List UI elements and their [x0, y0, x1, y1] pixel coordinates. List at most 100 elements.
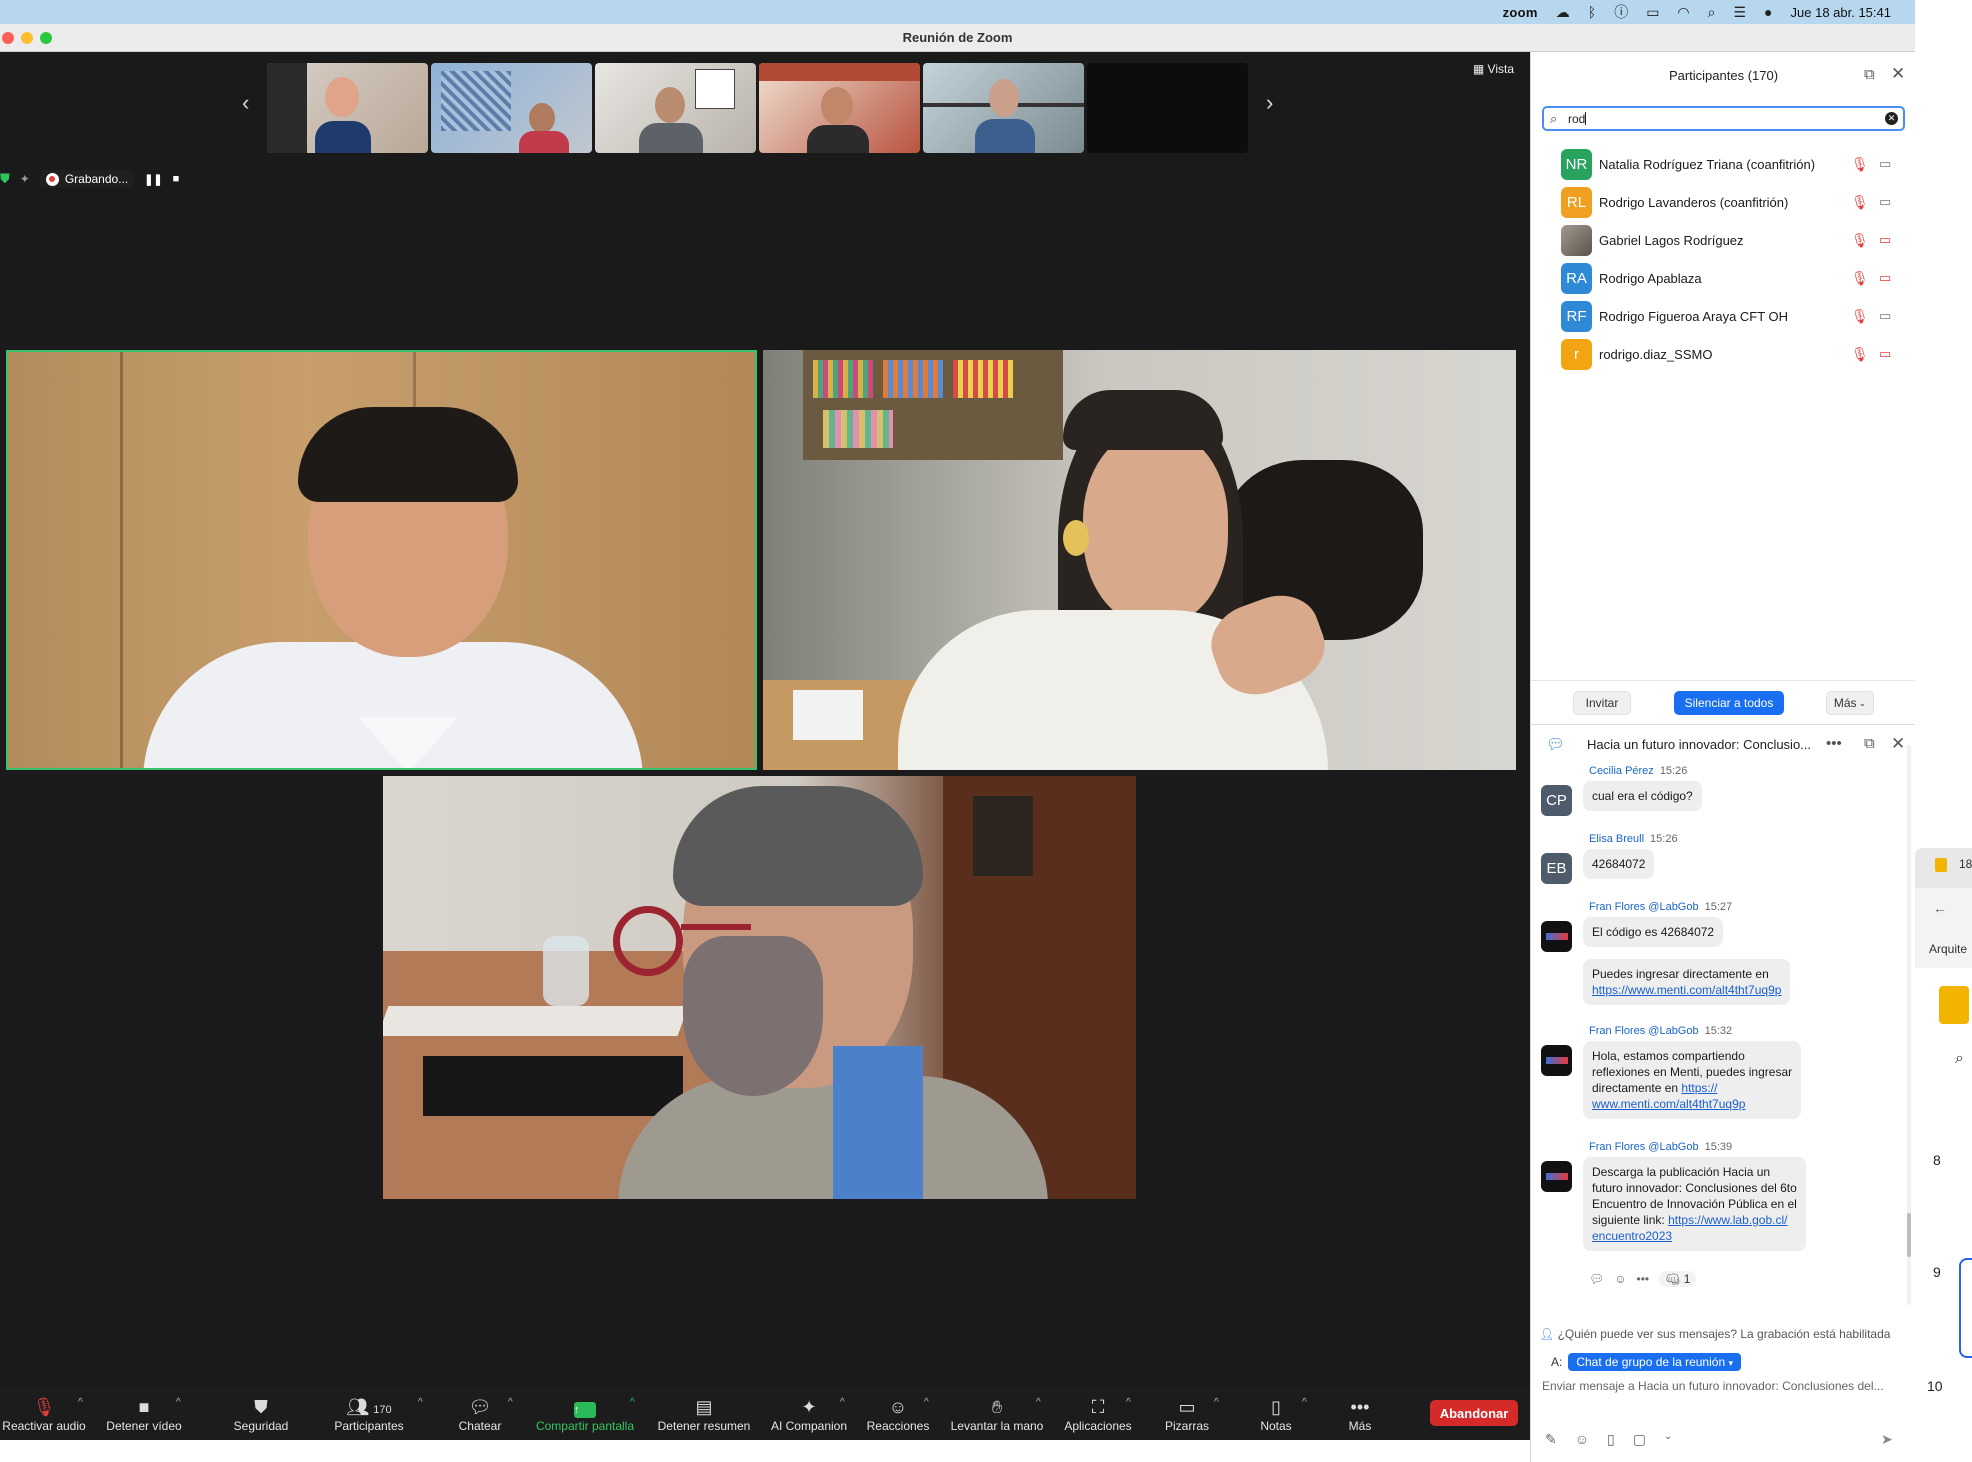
minimize-window-button[interactable] — [21, 32, 33, 44]
wifi-icon[interactable]: ◠ — [1677, 4, 1689, 21]
video-tile-participant[interactable] — [763, 350, 1516, 770]
video-camera-icon[interactable]: ▭ — [1879, 156, 1891, 172]
file-icon[interactable]: ▯ — [1607, 1431, 1615, 1448]
stop-summary-button[interactable]: ▤ Detener resumen — [652, 1387, 756, 1440]
participant-search-input[interactable]: ⌕ rod ✕ — [1542, 106, 1905, 131]
pause-recording-icon[interactable]: ❚❚ — [144, 173, 162, 186]
video-options-caret-icon[interactable]: ^ — [176, 1397, 181, 1408]
participant-thumbnail-empty[interactable] — [1087, 63, 1248, 153]
muted-mic-icon[interactable]: 🎙︎ — [1851, 156, 1869, 173]
invite-button[interactable]: Invitar — [1573, 691, 1631, 715]
share-screen-button[interactable]: ↑ Compartir pantalla — [530, 1387, 640, 1440]
notes-caret-icon[interactable]: ^ — [1302, 1397, 1307, 1408]
audio-options-caret-icon[interactable]: ^ — [78, 1397, 83, 1408]
security-button[interactable]: ⛊ Seguridad — [225, 1387, 297, 1440]
video-off-icon[interactable]: ▭ — [1879, 346, 1891, 362]
reactions-caret-icon[interactable]: ^ — [924, 1397, 929, 1408]
participant-row[interactable]: RF Rodrigo Figueroa Araya CFT OH 🎙︎ ▭ — [1531, 297, 1916, 335]
popout-icon[interactable]: ⧉ — [1864, 735, 1875, 752]
participant-thumbnail[interactable] — [595, 63, 756, 153]
bluetooth-icon[interactable]: ᛒ — [1588, 4, 1596, 20]
mute-all-button[interactable]: Silenciar a todos — [1674, 691, 1784, 715]
message-link[interactable]: https://www.lab.gob.cl/ — [1668, 1213, 1787, 1227]
more-button[interactable]: ••• Más — [1340, 1387, 1380, 1440]
creative-cloud-icon[interactable]: ☁ — [1556, 4, 1570, 21]
message-link[interactable]: encuentro2023 — [1592, 1228, 1797, 1244]
clear-search-icon[interactable]: ✕ — [1885, 112, 1898, 125]
format-text-icon[interactable]: ✎ — [1545, 1431, 1557, 1448]
emoji-icon[interactable]: ☺ — [1575, 1431, 1589, 1448]
video-off-icon[interactable]: ▭ — [1879, 232, 1891, 248]
participant-thumbnail[interactable] — [923, 63, 1084, 153]
video-tile-participant[interactable] — [383, 776, 1136, 1199]
add-reaction-icon[interactable]: ☺ — [1614, 1272, 1626, 1286]
chevron-down-icon[interactable]: ⌄ — [1664, 1431, 1672, 1448]
message-link[interactable]: www.menti.com/alt4tht7uq9p — [1592, 1096, 1792, 1112]
popout-icon[interactable]: ⧉ — [1864, 66, 1875, 83]
info-circle-icon[interactable]: ⓘ — [1614, 2, 1628, 22]
close-window-button[interactable] — [2, 32, 14, 44]
muted-mic-icon[interactable]: 🎙︎ — [1851, 270, 1869, 287]
participants-options-caret-icon[interactable]: ^ — [418, 1397, 423, 1408]
muted-mic-icon[interactable]: 🎙︎ — [1851, 308, 1869, 325]
sparkle-icon[interactable]: ✦ — [20, 172, 30, 186]
stop-video-button[interactable]: ■ Detener vídeo — [102, 1387, 186, 1440]
more-options-button[interactable]: Más ⌄ — [1826, 691, 1874, 715]
ellipsis-icon[interactable]: ••• — [1826, 735, 1842, 752]
participant-row[interactable]: Gabriel Lagos Rodríguez 🎙︎ ▭ — [1531, 221, 1916, 259]
ai-companion-button[interactable]: ✦ AI Companion — [766, 1387, 852, 1440]
unmute-audio-button[interactable]: 🎙︎ Reactivar audio — [0, 1387, 88, 1440]
participant-thumbnail[interactable] — [267, 63, 428, 153]
muted-mic-icon[interactable]: 🎙︎ — [1851, 346, 1869, 363]
muted-mic-icon[interactable]: 🎙︎ — [1851, 194, 1869, 211]
whiteboards-button[interactable]: ▭ Pizarras — [1158, 1387, 1216, 1440]
apps-button[interactable]: ⛶ Aplicaciones — [1060, 1387, 1136, 1440]
chat-options-caret-icon[interactable]: ^ — [508, 1397, 513, 1408]
raise-hand-button[interactable]: ✋︎ Levantar la mano — [946, 1387, 1048, 1440]
chat-button[interactable]: 💬︎ Chatear — [454, 1387, 506, 1440]
background-tab[interactable]: 18 — [1915, 848, 1972, 888]
raise-hand-caret-icon[interactable]: ^ — [1036, 1397, 1041, 1408]
reactions-button[interactable]: ☺ Reacciones — [862, 1387, 934, 1440]
siri-icon[interactable]: ● — [1764, 4, 1772, 20]
battery-icon[interactable]: ▭ — [1646, 4, 1659, 21]
leave-meeting-button[interactable]: Abandonar — [1430, 1400, 1518, 1426]
video-tile-active-speaker[interactable] — [6, 350, 757, 770]
ellipsis-icon[interactable]: ••• — [1637, 1272, 1650, 1286]
gallery-next-arrow-icon[interactable]: › — [1266, 90, 1273, 116]
close-icon[interactable]: ✕ — [1891, 734, 1905, 754]
participant-row[interactable]: RL Rodrigo Lavanderos (coanfitrión) 🎙︎ ▭ — [1531, 183, 1916, 221]
close-icon[interactable]: ✕ — [1891, 64, 1905, 84]
slide-thumbnail-selected[interactable] — [1959, 1258, 1972, 1358]
apps-caret-icon[interactable]: ^ — [1126, 1397, 1131, 1408]
message-link[interactable]: https://www.menti.com/alt4tht7uq9p — [1592, 982, 1781, 998]
recipient-dropdown[interactable]: Chat de grupo de la reunión ▾ — [1568, 1353, 1741, 1371]
message-link[interactable]: https:// — [1681, 1081, 1717, 1095]
chat-scrollbar-thumb[interactable] — [1907, 1213, 1911, 1257]
participant-row[interactable]: NR Natalia Rodríguez Triana (coanfitrión… — [1531, 145, 1916, 183]
whiteboards-caret-icon[interactable]: ^ — [1214, 1397, 1219, 1408]
video-off-icon[interactable]: ▭ — [1879, 270, 1891, 286]
search-icon[interactable]: ⌕ — [1955, 1050, 1964, 1068]
notes-button[interactable]: ▯ Notas — [1252, 1387, 1300, 1440]
video-camera-icon[interactable]: ▭ — [1879, 308, 1891, 324]
reaction-badge[interactable]: 👊︎ 1 — [1659, 1271, 1697, 1287]
reply-icon[interactable]: 💬︎ — [1589, 1272, 1604, 1286]
muted-mic-icon[interactable]: 🎙︎ — [1851, 232, 1869, 249]
participant-row[interactable]: RA Rodrigo Apablaza 🎙︎ ▭ — [1531, 259, 1916, 297]
shield-check-icon[interactable]: ⛊ — [0, 171, 10, 187]
gallery-prev-arrow-icon[interactable]: ‹ — [242, 90, 249, 116]
menubar-clock[interactable]: Jue 18 abr. 15:41 — [1791, 5, 1891, 20]
participants-button[interactable]: 👥︎ 170 Participantes — [328, 1387, 410, 1440]
send-icon[interactable]: ➤ — [1881, 1431, 1893, 1448]
participant-row[interactable]: r rodrigo.diaz_SSMO 🎙︎ ▭ — [1531, 335, 1916, 373]
screenshot-icon[interactable]: ▢ — [1633, 1431, 1646, 1448]
zoom-menu-extra[interactable]: zoom — [1503, 5, 1538, 20]
control-center-icon[interactable]: ☰ — [1733, 4, 1746, 21]
participant-thumbnail[interactable] — [759, 63, 920, 153]
participant-thumbnail[interactable] — [431, 63, 592, 153]
chat-message-input[interactable]: Enviar mensaje a Hacia un futuro innovad… — [1542, 1379, 1912, 1393]
view-button[interactable]: ▦ Vista — [1473, 62, 1514, 76]
ai-companion-caret-icon[interactable]: ^ — [840, 1397, 845, 1408]
back-arrow-icon[interactable]: ← — [1933, 900, 1947, 916]
